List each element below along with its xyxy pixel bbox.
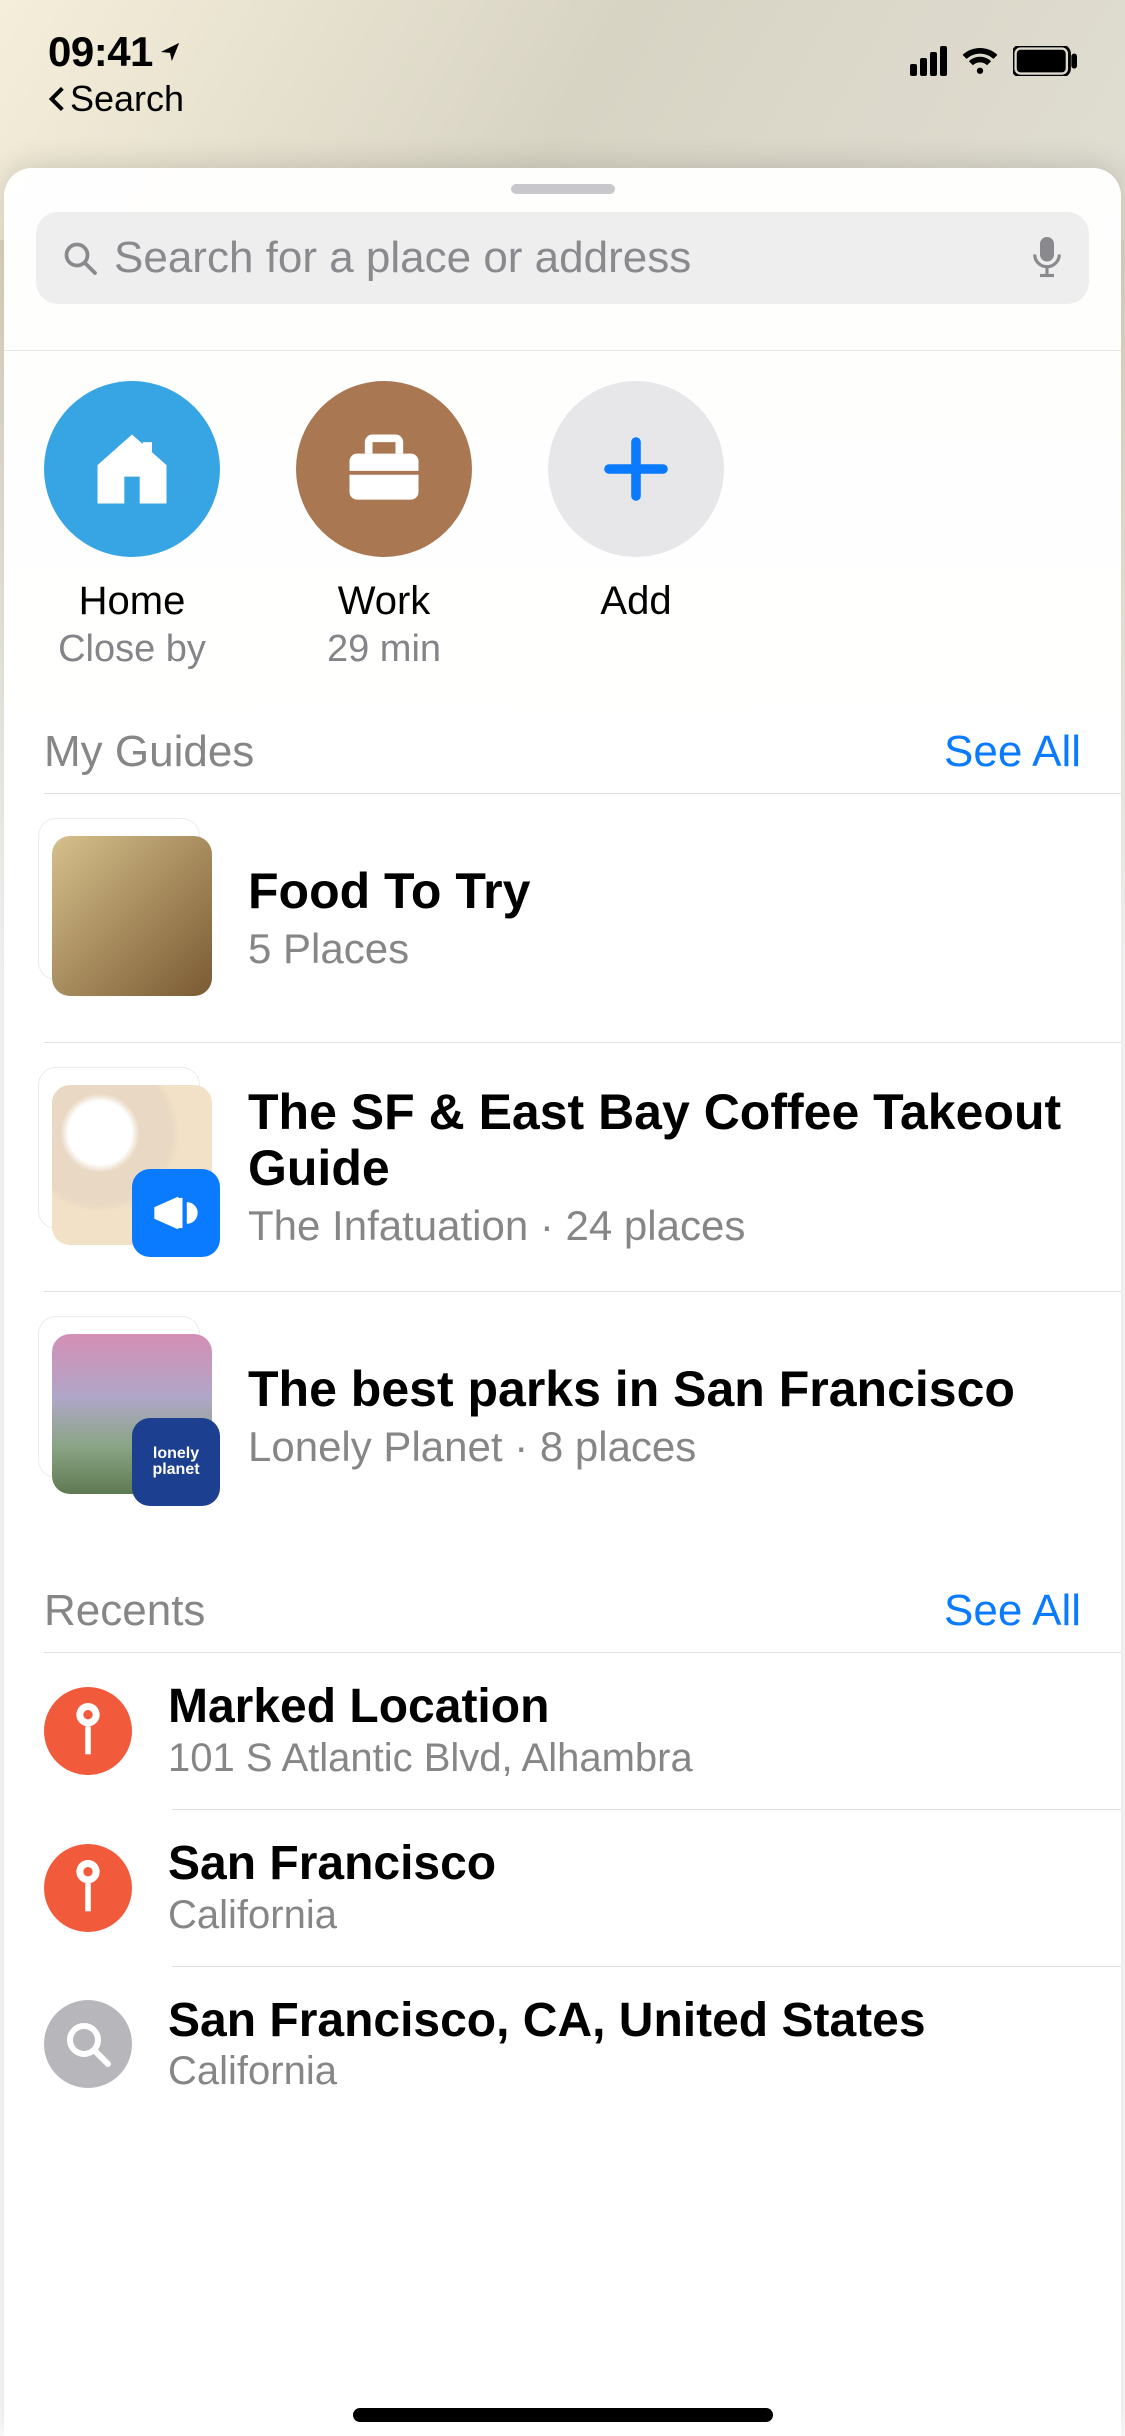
- publisher-badge: lonely planet: [132, 1418, 220, 1506]
- guide-title: The SF & East Bay Coffee Takeout Guide: [248, 1084, 1081, 1196]
- back-label: Search: [70, 78, 184, 120]
- guide-item[interactable]: The SF & East Bay Coffee Takeout Guide T…: [4, 1043, 1121, 1291]
- guide-thumbnail: [44, 1083, 212, 1251]
- pin-icon: [44, 1844, 132, 1932]
- guide-item[interactable]: Food To Try 5 Places: [4, 794, 1121, 1042]
- recent-item[interactable]: San Francisco, CA, United States Califor…: [4, 1967, 1121, 2123]
- section-title: Recents: [44, 1586, 205, 1636]
- recent-title: San Francisco: [168, 1838, 1081, 1891]
- see-all-recents[interactable]: See All: [944, 1586, 1081, 1636]
- see-all-guides[interactable]: See All: [944, 727, 1081, 777]
- section-header-recents: Recents See All: [4, 1586, 1121, 1652]
- favorite-subtitle: Close by: [58, 628, 206, 671]
- battery-icon: [1013, 46, 1077, 76]
- favorite-title: Home: [79, 579, 186, 624]
- guide-title: The best parks in San Francisco: [248, 1361, 1081, 1417]
- guide-thumbnail: [44, 834, 212, 1002]
- favorite-home[interactable]: Home Close by: [44, 381, 220, 671]
- home-icon: [86, 423, 178, 515]
- section-title: My Guides: [44, 727, 254, 777]
- recent-subtitle: California: [168, 1893, 1081, 1938]
- pin-icon: [44, 1687, 132, 1775]
- briefcase-icon: [338, 423, 430, 515]
- status-time: 09:41: [48, 28, 184, 76]
- recent-item[interactable]: Marked Location 101 S Atlantic Blvd, Alh…: [4, 1653, 1121, 1809]
- search-input[interactable]: [114, 233, 1015, 283]
- recent-title: San Francisco, CA, United States: [168, 1995, 1081, 2048]
- search-bar[interactable]: [36, 212, 1089, 304]
- sheet-grabber[interactable]: [511, 184, 615, 194]
- back-to-search[interactable]: Search: [48, 78, 184, 120]
- favorite-title: Work: [338, 579, 431, 624]
- favorite-work[interactable]: Work 29 min: [296, 381, 472, 671]
- favorites-row: Home Close by Work 29 min Add: [4, 351, 1121, 727]
- recent-title: Marked Location: [168, 1681, 1081, 1734]
- home-indicator[interactable]: [353, 2408, 773, 2422]
- cellular-icon: [910, 46, 947, 76]
- guide-item[interactable]: lonely planet The best parks in San Fran…: [4, 1292, 1121, 1540]
- recent-item[interactable]: San Francisco California: [4, 1810, 1121, 1966]
- plus-icon: [600, 433, 672, 505]
- guide-subtitle: Lonely Planet · 8 places: [248, 1423, 1081, 1471]
- guide-thumbnail: lonely planet: [44, 1332, 212, 1500]
- status-bar: 09:41 Search: [0, 0, 1125, 140]
- chevron-left-icon: [48, 87, 66, 111]
- recent-subtitle: California: [168, 2049, 1081, 2094]
- favorite-title: Add: [600, 579, 671, 624]
- guide-subtitle: The Infatuation · 24 places: [248, 1202, 1081, 1250]
- megaphone-icon: [132, 1169, 220, 1257]
- search-result-icon: [44, 2000, 132, 2088]
- recent-subtitle: 101 S Atlantic Blvd, Alhambra: [168, 1736, 1081, 1781]
- guide-title: Food To Try: [248, 863, 1081, 919]
- favorite-add[interactable]: Add: [548, 381, 724, 671]
- mic-icon[interactable]: [1031, 237, 1063, 279]
- favorite-subtitle: 29 min: [327, 628, 441, 671]
- guide-subtitle: 5 Places: [248, 925, 1081, 973]
- search-icon: [62, 240, 98, 276]
- location-arrow-icon: [159, 41, 181, 63]
- section-header-guides: My Guides See All: [4, 727, 1121, 793]
- search-sheet: Home Close by Work 29 min Add: [4, 168, 1121, 2436]
- wifi-icon: [961, 47, 999, 76]
